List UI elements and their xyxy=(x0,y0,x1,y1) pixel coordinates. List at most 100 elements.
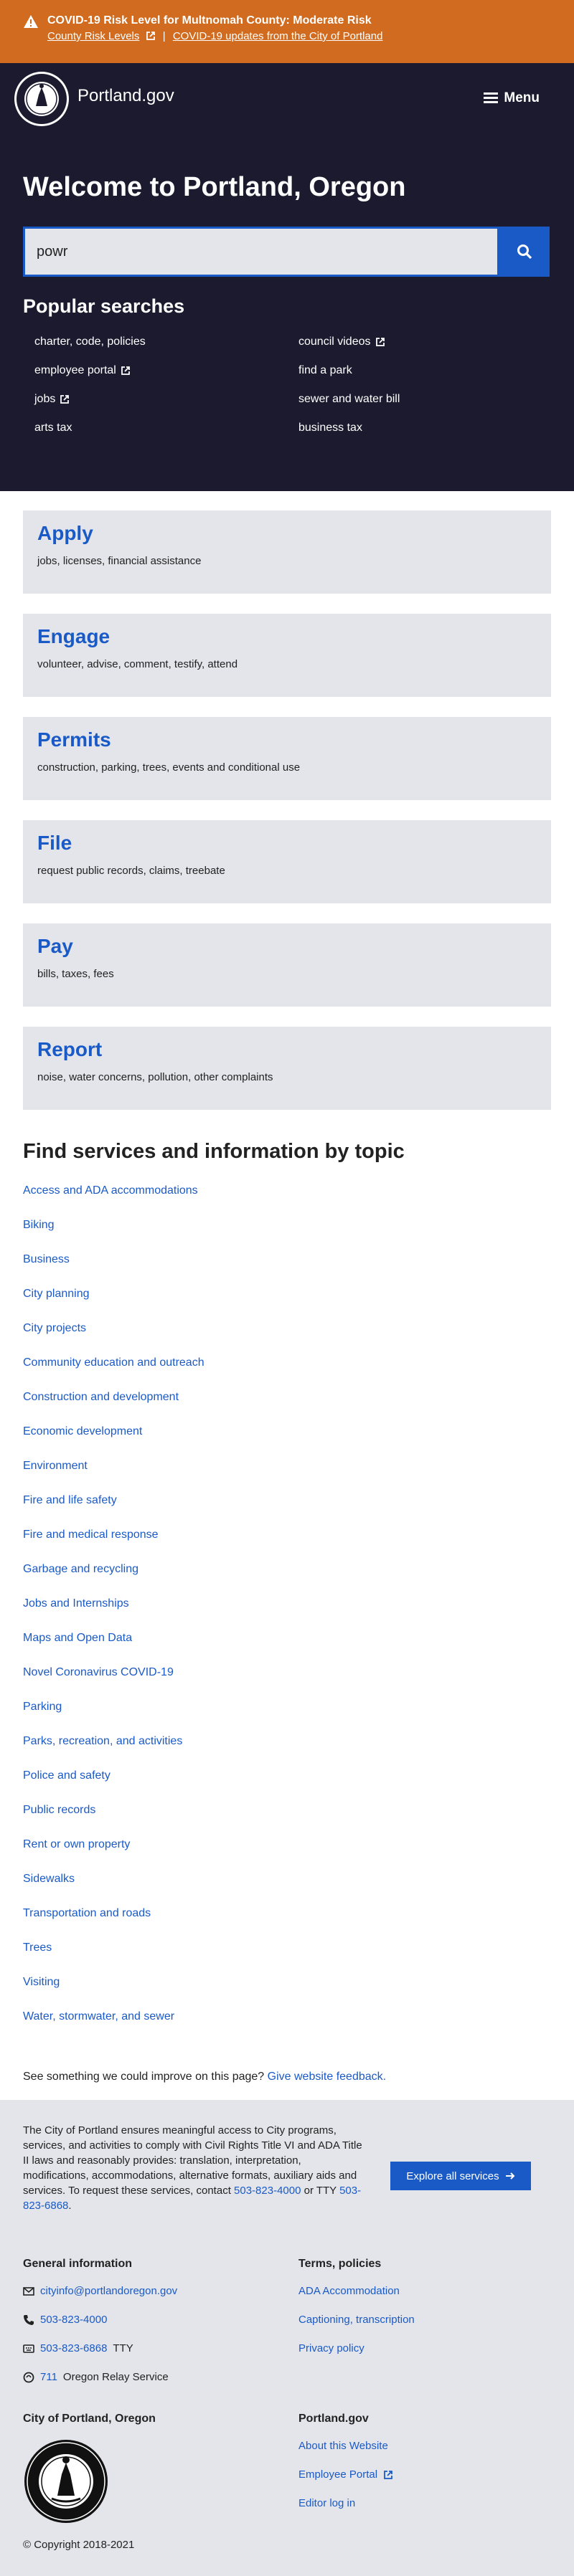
city-heading: City of Portland, Oregon xyxy=(23,2413,156,2425)
city-seal-footer xyxy=(24,2440,108,2523)
topic-item: Sidewalks xyxy=(23,1873,204,1907)
task-card-pay[interactable]: Pay bills, taxes, fees xyxy=(23,923,551,1007)
topic-link[interactable]: Transportation and roads xyxy=(23,1907,151,1919)
topic-link[interactable]: Parking xyxy=(23,1701,62,1713)
topic-item: Transportation and roads xyxy=(23,1907,204,1941)
popular-search-link[interactable]: employee portal xyxy=(34,364,131,377)
topic-link[interactable]: Police and safety xyxy=(23,1769,110,1782)
tty-row: 503-823-6868 TTY xyxy=(23,2342,133,2354)
topic-link[interactable]: Community education and outreach xyxy=(23,1356,204,1369)
topic-link[interactable]: City planning xyxy=(23,1288,90,1300)
privacy-policy-link[interactable]: Privacy policy xyxy=(298,2342,364,2354)
topic-link[interactable]: Fire and medical response xyxy=(23,1529,159,1541)
task-card-file[interactable]: File request public records, claims, tree… xyxy=(23,820,551,903)
intro-period: . xyxy=(68,2200,72,2212)
hamburger-icon xyxy=(484,92,499,104)
email-row: cityinfo@portlandoregon.gov xyxy=(23,2285,177,2297)
topic-item: Garbage and recycling xyxy=(23,1563,204,1597)
phone-icon xyxy=(24,2314,34,2325)
explore-label: Explore all services xyxy=(406,2169,499,2182)
topic-link[interactable]: Access and ADA accommodations xyxy=(23,1184,198,1197)
feedback-link[interactable]: Give website feedback. xyxy=(268,2071,386,2083)
topic-link[interactable]: Visiting xyxy=(23,1976,60,1988)
card-title[interactable]: Apply xyxy=(37,522,537,545)
covid-updates-link[interactable]: COVID-19 updates from the City of Portla… xyxy=(173,30,383,42)
phone2-link[interactable]: 503-823-4000 xyxy=(40,2314,107,2326)
site-brand[interactable]: Portland.gov xyxy=(77,86,174,106)
topic-item: Rent or own property xyxy=(23,1838,204,1873)
topic-link[interactable]: Water, stormwater, and sewer xyxy=(23,2010,174,2023)
topic-link[interactable]: Parks, recreation, and activities xyxy=(23,1735,182,1747)
task-card-permits[interactable]: Permits construction, parking, trees, eve… xyxy=(23,717,551,800)
topic-link[interactable]: Public records xyxy=(23,1804,95,1816)
about-website-link[interactable]: About this Website xyxy=(298,2440,388,2452)
feedback-line: See something we could improve on this p… xyxy=(23,2071,386,2083)
ada-accommodation-link[interactable]: ADA Accommodation xyxy=(298,2285,400,2297)
topic-link[interactable]: Novel Coronavirus COVID-19 xyxy=(23,1666,174,1678)
relay-service-icon xyxy=(23,2372,34,2382)
search-input[interactable] xyxy=(23,227,499,277)
topic-link[interactable]: City projects xyxy=(23,1322,86,1334)
topic-link[interactable]: Economic development xyxy=(23,1425,142,1437)
tty2-link[interactable]: 503-823-6868 xyxy=(40,2342,107,2354)
popular-search-link[interactable]: council videos xyxy=(298,336,385,348)
task-card-apply[interactable]: Apply jobs, licenses, financial assistanc… xyxy=(23,510,551,594)
topic-link[interactable]: Sidewalks xyxy=(23,1873,75,1885)
popular-search-link[interactable]: arts tax xyxy=(34,422,72,434)
topic-item: City projects xyxy=(23,1322,204,1356)
topic-item: Business xyxy=(23,1253,204,1288)
topic-link[interactable]: Garbage and recycling xyxy=(23,1563,138,1575)
employee-portal-footer-link[interactable]: Employee Portal xyxy=(298,2468,377,2481)
card-description: volunteer, advise, comment, testify, att… xyxy=(37,658,238,670)
topic-link[interactable]: Rent or own property xyxy=(23,1838,130,1850)
topic-link[interactable]: Jobs and Internships xyxy=(23,1597,129,1610)
covid-alert-banner: COVID-19 Risk Level for Multnomah County… xyxy=(0,0,574,63)
card-title[interactable]: File xyxy=(37,832,537,855)
external-link-icon xyxy=(384,2470,392,2479)
popular-search-link[interactable]: charter, code, policies xyxy=(34,336,146,348)
card-title[interactable]: Report xyxy=(37,1038,537,1061)
relay-link[interactable]: 711 xyxy=(40,2371,57,2383)
topic-item: Environment xyxy=(23,1460,204,1494)
task-card-report[interactable]: Report noise, water concerns, pollution, … xyxy=(23,1027,551,1110)
editor-login-link[interactable]: Editor log in xyxy=(298,2497,355,2509)
topic-link[interactable]: Trees xyxy=(23,1941,52,1954)
topic-item: Construction and development xyxy=(23,1391,204,1425)
task-card-engage[interactable]: Engage volunteer, advise, comment, testif… xyxy=(23,614,551,697)
topic-item: Maps and Open Data xyxy=(23,1632,204,1666)
topic-link[interactable]: Construction and development xyxy=(23,1391,179,1403)
relay-text: Oregon Relay Service xyxy=(62,2371,169,2383)
topic-item: Novel Coronavirus COVID-19 xyxy=(23,1666,204,1701)
county-risk-levels-link[interactable]: County Risk Levels xyxy=(47,30,139,42)
card-title[interactable]: Pay xyxy=(37,935,537,958)
email-link[interactable]: cityinfo@portlandoregon.gov xyxy=(40,2285,177,2297)
popular-search-link[interactable]: jobs xyxy=(34,393,70,406)
topic-link[interactable]: Business xyxy=(23,1253,70,1265)
topic-link[interactable]: Maps and Open Data xyxy=(23,1632,132,1644)
captioning-link[interactable]: Captioning, transcription xyxy=(298,2314,415,2326)
topic-link[interactable]: Biking xyxy=(23,1219,55,1231)
card-title[interactable]: Permits xyxy=(37,728,537,751)
popular-search-label: jobs xyxy=(34,393,56,405)
popular-search-link[interactable]: find a park xyxy=(298,364,352,377)
popular-search-label: arts tax xyxy=(34,422,72,434)
county-risk-levels-label: County Risk Levels xyxy=(47,30,140,42)
phone-link[interactable]: 503-823-4000 xyxy=(234,2185,301,2197)
city-seal-logo[interactable] xyxy=(13,70,70,128)
topic-link[interactable]: Environment xyxy=(23,1460,88,1472)
arrow-right-icon xyxy=(505,2172,515,2180)
relay-row: 711 Oregon Relay Service xyxy=(23,2371,169,2383)
explore-services-button[interactable]: Explore all services xyxy=(390,2162,531,2190)
topic-item: Biking xyxy=(23,1219,204,1253)
topic-link[interactable]: Fire and life safety xyxy=(23,1494,117,1506)
card-title[interactable]: Engage xyxy=(37,625,537,648)
gov-item: About this Website xyxy=(298,2440,388,2452)
menu-button[interactable]: Menu xyxy=(484,90,540,106)
topic-item: Water, stormwater, and sewer xyxy=(23,2010,204,2045)
popular-search-link[interactable]: business tax xyxy=(298,422,362,434)
popular-search-label: sewer and water bill xyxy=(298,393,400,405)
or-tty-text: or TTY xyxy=(304,2185,337,2197)
search-button[interactable] xyxy=(499,227,550,277)
topic-item: Fire and life safety xyxy=(23,1494,204,1529)
popular-search-link[interactable]: sewer and water bill xyxy=(298,393,400,406)
